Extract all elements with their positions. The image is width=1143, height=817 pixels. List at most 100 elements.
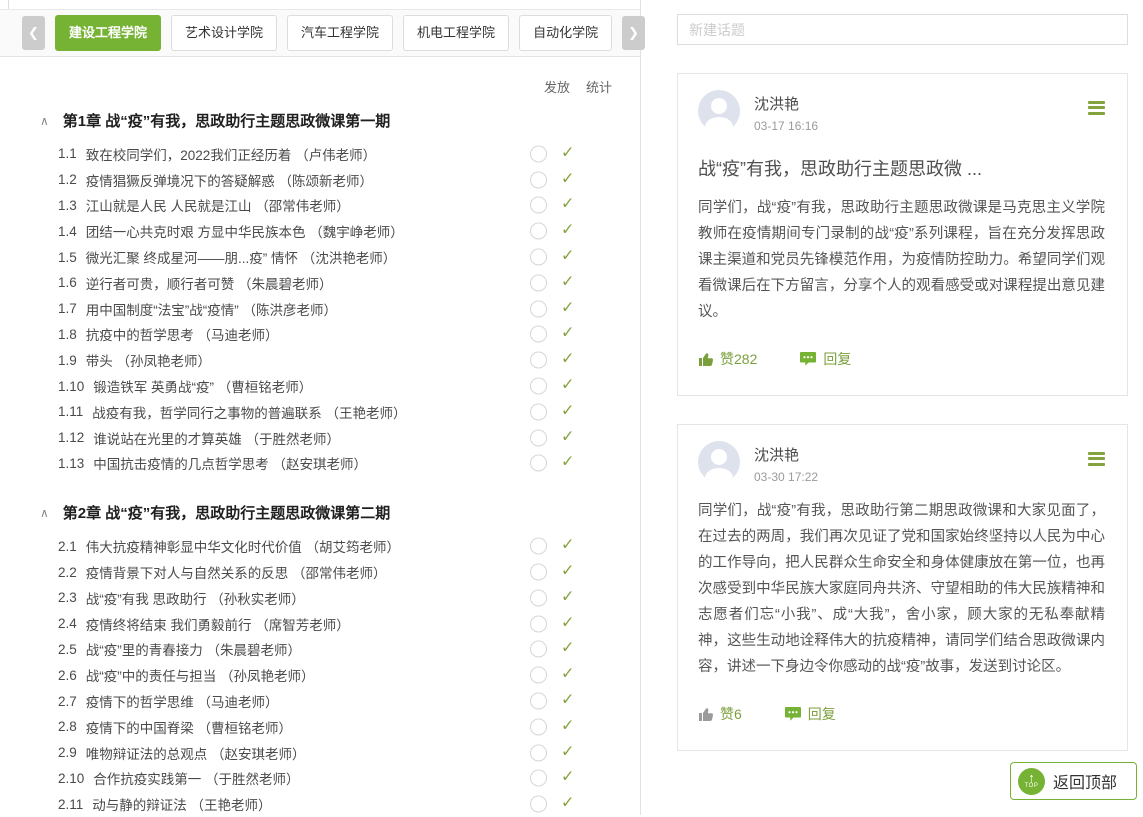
- item-title-link[interactable]: 抗疫中的哲学思考 （马迪老师）: [86, 324, 279, 344]
- item-title-link[interactable]: 疫情背景下对人与自然关系的反思 （邵常伟老师）: [86, 562, 387, 582]
- list-item: 1.6逆行者可贵，顺行者可赞 （朱晨碧老师）✓: [0, 270, 640, 296]
- item-title-link[interactable]: 用中国制度“法宝”战“疫情” （陈洪彦老师）: [86, 299, 337, 319]
- item-title-link[interactable]: 疫情终将结束 我们勇毅前行 （席智芳老师）: [86, 614, 350, 634]
- post-menu-icon[interactable]: [1088, 449, 1105, 468]
- list-item: 1.5微光汇聚 终成星河——朋...疫” 情怀 （沈洪艳老师）✓: [0, 244, 640, 270]
- back-to-top-button[interactable]: ↑ TOP 返回顶部: [1010, 762, 1137, 800]
- new-topic-input[interactable]: [677, 14, 1128, 45]
- discussion-post: 沈洪艳 03-30 17:22 同学们，战“疫”有我，思政助行第二期思政微课和大…: [677, 424, 1128, 751]
- reply-button[interactable]: 回复: [784, 704, 836, 724]
- issue-link[interactable]: 发放: [544, 77, 570, 96]
- release-radio[interactable]: [530, 171, 547, 188]
- chapter-item-list: 2.1伟大抗疫精神彰显中华文化时代价值 （胡艾筠老师）✓2.2疫情背景下对人与自…: [0, 533, 640, 817]
- item-title-link[interactable]: 疫情下的哲学思维 （马迪老师）: [86, 691, 279, 711]
- release-radio[interactable]: [530, 538, 547, 555]
- post-author: 沈洪艳: [754, 93, 1088, 114]
- discussion-panel: 沈洪艳 03-17 16:16 战“疫”有我，思政助行主题思政微 ... 同学们…: [677, 0, 1128, 751]
- item-title-link[interactable]: 带头 （孙凤艳老师）: [86, 350, 211, 370]
- post-title[interactable]: 战“疫”有我，思政助行主题思政微 ...: [698, 155, 1105, 181]
- stats-link[interactable]: 统计: [586, 77, 612, 96]
- item-title-link[interactable]: 江山就是人民 人民就是江山 （邵常伟老师）: [86, 195, 350, 215]
- list-item: 1.8抗疫中的哲学思考 （马迪老师）✓: [0, 322, 640, 348]
- completed-check-icon: ✓: [561, 326, 574, 342]
- release-radio[interactable]: [530, 744, 547, 761]
- release-radio[interactable]: [530, 667, 547, 684]
- item-title-link[interactable]: 战疫有我，哲学同行之事物的普遍联系 （王艳老师）: [92, 402, 406, 422]
- release-radio[interactable]: [530, 326, 547, 343]
- completed-check-icon: ✓: [561, 667, 574, 683]
- item-number: 2.10: [58, 771, 84, 786]
- item-title-link[interactable]: 战“疫”有我 思政助行 （孙秋实老师）: [86, 588, 305, 608]
- release-radio[interactable]: [530, 300, 547, 317]
- college-tabs: 建设工程学院 艺术设计学院 汽车工程学院 机电工程学院 自动化学院: [55, 15, 612, 51]
- tab-construction-engineering[interactable]: 建设工程学院: [55, 15, 161, 51]
- release-radio[interactable]: [530, 274, 547, 291]
- item-title-link[interactable]: 微光汇聚 终成星河——朋...疫” 情怀 （沈洪艳老师）: [86, 247, 397, 267]
- completed-check-icon: ✓: [561, 718, 574, 734]
- collapse-chevron-icon[interactable]: ∧: [40, 114, 49, 128]
- post-menu-icon[interactable]: [1088, 98, 1105, 117]
- item-number: 2.6: [58, 668, 77, 683]
- item-title-link[interactable]: 锻造铁军 英勇战“疫” （曹桓铭老师）: [93, 376, 312, 396]
- like-button[interactable]: 赞282: [698, 349, 757, 369]
- tab-automotive-engineering[interactable]: 汽车工程学院: [287, 15, 393, 51]
- release-radio[interactable]: [530, 429, 547, 446]
- release-radio[interactable]: [530, 403, 547, 420]
- like-count-label: 赞282: [720, 349, 757, 369]
- item-title-link[interactable]: 动与静的辩证法 （王艳老师）: [92, 794, 271, 814]
- release-radio[interactable]: [530, 223, 547, 240]
- release-radio[interactable]: [530, 352, 547, 369]
- release-radio[interactable]: [530, 564, 547, 581]
- release-radio[interactable]: [530, 796, 547, 813]
- post-actions: 赞282 回复: [698, 349, 1105, 369]
- list-item: 2.5战“疫”里的青春接力 （朱晨碧老师）✓: [0, 637, 640, 663]
- item-title-link[interactable]: 战“疫”中的责任与担当 （孙凤艳老师）: [86, 665, 315, 685]
- like-button[interactable]: 赞6: [698, 704, 742, 724]
- chapter-toolbar: 发放 统计: [0, 57, 640, 96]
- item-number: 2.11: [58, 797, 83, 812]
- tab-automation[interactable]: 自动化学院: [519, 15, 612, 51]
- item-number: 2.1: [58, 539, 77, 554]
- item-title-link[interactable]: 合作抗疫实践第一 （于胜然老师）: [93, 768, 299, 788]
- completed-check-icon: ✓: [561, 615, 574, 631]
- item-title-link[interactable]: 中国抗击疫情的几点哲学思考 （赵安琪老师）: [93, 453, 367, 473]
- release-radio[interactable]: [530, 455, 547, 472]
- item-number: 1.12: [58, 430, 84, 445]
- release-radio[interactable]: [530, 641, 547, 658]
- tab-mechatronic-engineering[interactable]: 机电工程学院: [403, 15, 509, 51]
- item-number: 1.4: [58, 224, 77, 239]
- release-radio[interactable]: [530, 249, 547, 266]
- item-title-link[interactable]: 逆行者可贵，顺行者可赞 （朱晨碧老师）: [86, 273, 333, 293]
- release-radio[interactable]: [530, 693, 547, 710]
- tabs-scroll-left-icon[interactable]: ❮: [22, 16, 45, 50]
- completed-check-icon: ✓: [561, 352, 574, 368]
- post-body: 同学们，战“疫”有我，思政助行主题思政微课是马克思主义学院教师在疫情期间专门录制…: [698, 195, 1105, 325]
- item-title-link[interactable]: 疫情下的中国脊梁 （曹桓铭老师）: [86, 717, 292, 737]
- completed-check-icon: ✓: [561, 692, 574, 708]
- item-title-link[interactable]: 谁说站在光里的才算英雄 （于胜然老师）: [93, 428, 340, 448]
- completed-check-icon: ✓: [561, 589, 574, 605]
- release-radio[interactable]: [530, 589, 547, 606]
- item-number: 1.7: [58, 301, 77, 316]
- list-item: 2.6 战“疫”中的责任与担当 （孙凤艳老师） ✓: [0, 662, 640, 688]
- collapse-chevron-icon[interactable]: ∧: [40, 506, 49, 520]
- release-radio[interactable]: [530, 615, 547, 632]
- item-title-link[interactable]: 伟大抗疫精神彰显中华文化时代价值 （胡艾筠老师）: [86, 536, 400, 556]
- release-radio[interactable]: [530, 145, 547, 162]
- item-number: 2.5: [58, 642, 77, 657]
- item-title-link[interactable]: 唯物辩证法的总观点 （赵安琪老师）: [86, 743, 306, 763]
- item-title-link[interactable]: 战“疫”里的青春接力 （朱晨碧老师）: [86, 639, 301, 659]
- tabs-scroll-right-icon[interactable]: ❯: [622, 16, 645, 50]
- item-title-link[interactable]: 致在校同学们，2022我们正经历着 （卢伟老师）: [86, 144, 376, 164]
- reply-button[interactable]: 回复: [799, 349, 851, 369]
- release-radio[interactable]: [530, 197, 547, 214]
- completed-check-icon: ✓: [561, 744, 574, 760]
- tab-art-design[interactable]: 艺术设计学院: [171, 15, 277, 51]
- list-item: 1.2疫情猖獗反弹境况下的答疑解惑 （陈颂新老师）✓: [0, 167, 640, 193]
- item-title-link[interactable]: 团结一心共克时艰 方显中华民族本色 （魏宇峥老师）: [86, 221, 404, 241]
- release-radio[interactable]: [530, 718, 547, 735]
- release-radio[interactable]: [530, 770, 547, 787]
- item-title-link[interactable]: 疫情猖獗反弹境况下的答疑解惑 （陈颂新老师）: [86, 170, 373, 190]
- release-radio[interactable]: [530, 378, 547, 395]
- item-number: 1.5: [58, 250, 77, 265]
